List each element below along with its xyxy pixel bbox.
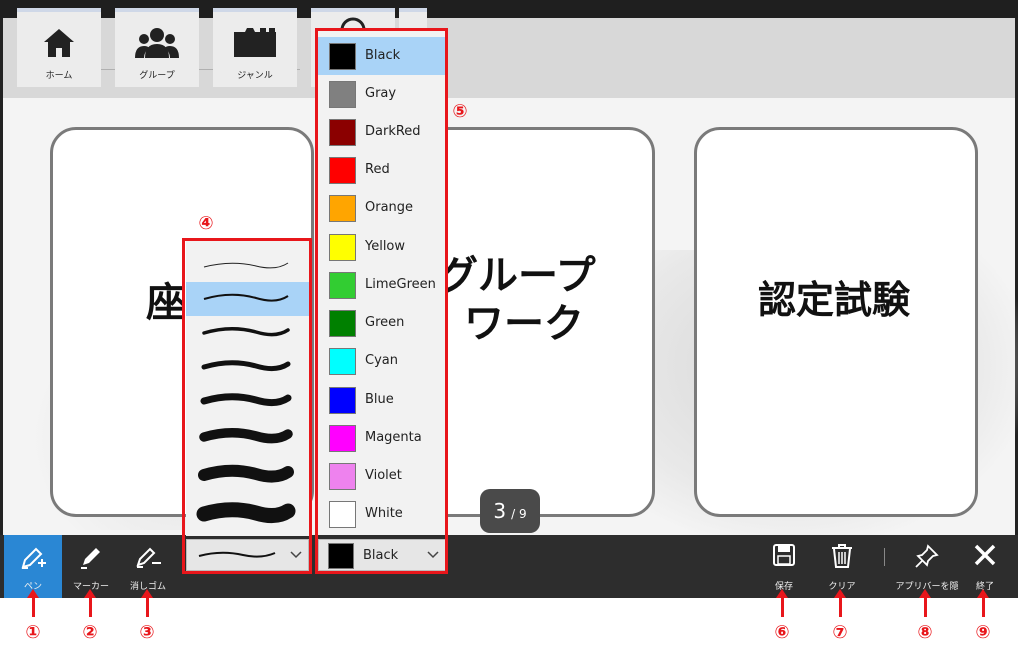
callout-arrow-6 (781, 597, 784, 617)
nav-group-button[interactable]: グループ (115, 8, 199, 87)
callout-number-5: ⑤ (452, 101, 468, 122)
callout-number-3: ③ (139, 622, 155, 643)
nav-group-label: グループ (139, 71, 175, 81)
callout-number-7: ⑦ (832, 622, 848, 643)
nav-genre-label: ジャンル (237, 71, 273, 81)
app-screen: ホーム グループ ジャンル 座 グループ ワーク 認定試験 3 / 9 ペン マ… (0, 0, 1018, 598)
pen-add-icon (4, 543, 62, 571)
toolbar-separator (884, 548, 885, 566)
close-icon (956, 543, 1014, 571)
save-icon (755, 543, 813, 571)
callout-number-8: ⑧ (917, 622, 933, 643)
callout-arrow-1 (32, 597, 35, 617)
genre-icon (213, 26, 297, 60)
callout-number-6: ⑥ (774, 622, 790, 643)
callout-box-pen-width (182, 238, 312, 574)
callout-arrow-7 (839, 597, 842, 617)
group-icon (115, 26, 199, 60)
callout-number-9: ⑨ (975, 622, 991, 643)
trash-icon (813, 543, 871, 571)
page-current: 3 (493, 499, 507, 523)
nav-home-label: ホーム (45, 71, 73, 81)
callout-arrow-3 (146, 597, 149, 617)
callout-arrow-9 (982, 597, 985, 617)
home-icon (17, 26, 101, 60)
eraser-icon (119, 543, 177, 571)
slide-card-3 (694, 127, 978, 517)
slide-card-2-line1: グループ (438, 253, 596, 299)
unpin-icon (898, 543, 956, 571)
slide-card-1-text: 座 (146, 280, 186, 326)
stage: ホーム グループ ジャンル 座 グループ ワーク 認定試験 3 / 9 ペン マ… (0, 0, 1018, 664)
callout-number-4: ④ (198, 213, 214, 234)
nav-home-button[interactable]: ホーム (17, 8, 101, 87)
page-indicator: 3 / 9 (480, 489, 540, 533)
marker-icon (62, 543, 120, 571)
slide-card-2-line2: ワーク (464, 301, 584, 347)
callout-arrow-8 (924, 597, 927, 617)
callout-number-2: ② (82, 622, 98, 643)
slide-card-3-text: 認定試験 (758, 278, 911, 322)
callout-box-color (315, 28, 448, 574)
nav-genre-button[interactable]: ジャンル (213, 8, 297, 87)
page-total: / 9 (511, 507, 527, 521)
callout-number-1: ① (25, 622, 41, 643)
callout-arrow-2 (89, 597, 92, 617)
